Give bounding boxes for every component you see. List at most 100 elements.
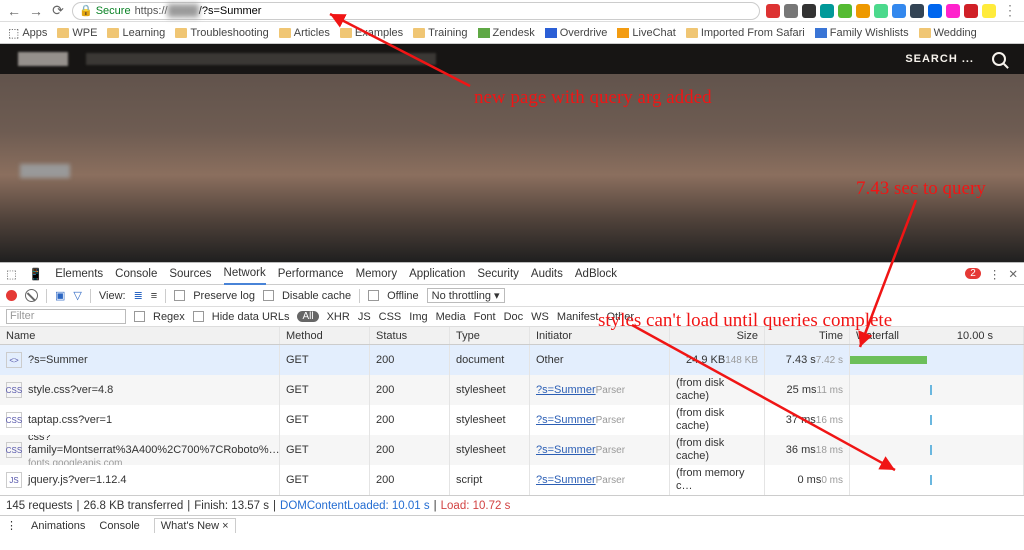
screenshot-icon[interactable]: ▣ <box>55 289 65 302</box>
clear-button[interactable] <box>25 289 38 302</box>
cell-size: (from memory c… <box>670 465 765 495</box>
bookmark-item[interactable]: Learning <box>107 27 165 39</box>
table-row[interactable]: CSStaptap.css?ver=1 GET 200 stylesheet ?… <box>0 405 1024 435</box>
col-size[interactable]: Size <box>670 327 765 344</box>
tab-application[interactable]: Application <box>409 268 465 280</box>
site-nav-blur <box>86 53 436 65</box>
cell-waterfall <box>850 345 1024 375</box>
col-name[interactable]: Name <box>0 327 280 344</box>
table-row[interactable]: CSScss?family=Montserrat%3A400%2C700%7CR… <box>0 435 1024 465</box>
bookmark-item[interactable]: Troubleshooting <box>175 27 268 39</box>
network-table-header: Name Method Status Type Initiator Size T… <box>0 327 1024 345</box>
filter-input[interactable]: Filter <box>6 309 126 324</box>
bookmark-item[interactable]: ⬚Apps <box>8 26 47 40</box>
filter-type[interactable]: JS <box>358 311 371 323</box>
resource-icon: <> <box>6 352 22 368</box>
tab-security[interactable]: Security <box>477 268 519 280</box>
network-toolbar: ▣ ▽ View: ≣ ≡ Preserve log Disable cache… <box>0 285 1024 307</box>
filter-type[interactable]: WS <box>531 311 549 323</box>
tab-performance[interactable]: Performance <box>278 268 344 280</box>
regex-checkbox[interactable] <box>134 311 145 322</box>
disable-cache-label: Disable cache <box>282 290 351 302</box>
filter-all[interactable]: All <box>297 311 318 322</box>
site-search[interactable]: SEARCH ... <box>905 52 1006 66</box>
tab-memory[interactable]: Memory <box>356 268 398 280</box>
view-frames-icon[interactable]: ≡ <box>151 290 157 302</box>
more-icon[interactable]: ⋮ <box>989 267 1001 281</box>
tab-audits[interactable]: Audits <box>531 268 563 280</box>
cell-initiator: Other <box>530 345 670 375</box>
preserve-log-checkbox[interactable] <box>174 290 185 301</box>
tab-network[interactable]: Network <box>224 263 266 285</box>
bookmark-item[interactable]: Imported From Safari <box>686 27 805 39</box>
error-count-badge[interactable]: 2 <box>965 268 981 279</box>
filter-type[interactable]: Other <box>606 311 634 323</box>
col-waterfall[interactable]: Waterfall 10.00 s <box>850 327 1024 344</box>
url-text: https://████/?s=Summer <box>135 5 262 17</box>
bookmark-item[interactable]: Family Wishlists <box>815 27 909 39</box>
device-icon[interactable]: 📱 <box>29 267 43 281</box>
timeline-tick-label: 10.00 s <box>957 330 993 342</box>
drawer-tab[interactable]: Animations <box>31 520 85 532</box>
bookmark-item[interactable]: WPE <box>57 27 97 39</box>
col-time[interactable]: Time <box>765 327 850 344</box>
table-row[interactable]: <>?s=Summer GET 200 document Other 24.9 … <box>0 345 1024 375</box>
status-load: Load: 10.72 s <box>441 500 511 512</box>
page-viewport: SEARCH ... <box>0 44 1024 262</box>
secure-badge: 🔒 Secure <box>79 4 131 17</box>
devtools-drawer-tabs: ⋮ Animations Console What's New × <box>0 515 1024 535</box>
cell-time: 37 ms16 ms <box>765 405 850 435</box>
filter-type[interactable]: Media <box>436 311 466 323</box>
throttling-select[interactable]: No throttling ▾ <box>427 288 505 303</box>
resource-name: jquery.js?ver=1.12.4 <box>28 474 127 487</box>
menu-icon[interactable]: ⋮ <box>1002 3 1018 19</box>
network-status-bar: 145 requests | 26.8 KB transferred | Fin… <box>0 495 1024 515</box>
col-method[interactable]: Method <box>280 327 370 344</box>
bookmark-item[interactable]: Articles <box>279 27 330 39</box>
cell-initiator: ?s=SummerParser <box>530 465 670 495</box>
bookmark-item[interactable]: LiveChat <box>617 27 675 39</box>
bookmark-item[interactable]: Overdrive <box>545 27 608 39</box>
drawer-menu-icon[interactable]: ⋮ <box>6 519 17 532</box>
reload-button[interactable]: ⟳ <box>50 3 66 19</box>
site-header: SEARCH ... <box>0 44 1024 74</box>
tab-sources[interactable]: Sources <box>169 268 211 280</box>
bookmark-item[interactable]: Training <box>413 27 467 39</box>
drawer-tab-active[interactable]: What's New × <box>154 518 236 533</box>
resource-name: ?s=Summer <box>28 354 88 367</box>
drawer-tab[interactable]: Console <box>99 520 139 532</box>
tab-adblock[interactable]: AdBlock <box>575 268 617 280</box>
filter-toggle-icon[interactable]: ▽ <box>73 289 81 302</box>
cell-time: 36 ms18 ms <box>765 435 850 465</box>
filter-type[interactable]: Font <box>474 311 496 323</box>
table-row[interactable]: CSSstyle.css?ver=4.8 GET 200 stylesheet … <box>0 375 1024 405</box>
offline-checkbox[interactable] <box>368 290 379 301</box>
offline-label: Offline <box>387 290 419 302</box>
bookmark-item[interactable]: Zendesk <box>478 27 535 39</box>
hide-urls-checkbox[interactable] <box>193 311 204 322</box>
search-icon[interactable] <box>992 52 1006 66</box>
col-initiator[interactable]: Initiator <box>530 327 670 344</box>
address-bar[interactable]: 🔒 Secure https://████/?s=Summer <box>72 2 760 20</box>
tab-elements[interactable]: Elements <box>55 268 103 280</box>
filter-type[interactable]: XHR <box>327 311 350 323</box>
bookmark-item[interactable]: Examples <box>340 27 403 39</box>
filter-type[interactable]: Img <box>409 311 427 323</box>
forward-button[interactable]: → <box>28 3 44 19</box>
status-requests: 145 requests <box>6 500 73 512</box>
bookmark-item[interactable]: Wedding <box>919 27 977 39</box>
filter-type[interactable]: Doc <box>504 311 524 323</box>
disable-cache-checkbox[interactable] <box>263 290 274 301</box>
close-icon[interactable]: ✕ <box>1008 267 1018 281</box>
col-status[interactable]: Status <box>370 327 450 344</box>
col-type[interactable]: Type <box>450 327 530 344</box>
tab-console[interactable]: Console <box>115 268 157 280</box>
filter-type[interactable]: CSS <box>379 311 402 323</box>
record-button[interactable] <box>6 290 17 301</box>
inspect-icon[interactable]: ⬚ <box>6 267 17 281</box>
table-row[interactable]: JSjquery.js?ver=1.12.4 GET 200 script ?s… <box>0 465 1024 495</box>
filter-type[interactable]: Manifest <box>557 311 599 323</box>
view-list-icon[interactable]: ≣ <box>134 289 143 302</box>
back-button[interactable]: ← <box>6 3 22 19</box>
site-logo[interactable] <box>18 52 68 66</box>
